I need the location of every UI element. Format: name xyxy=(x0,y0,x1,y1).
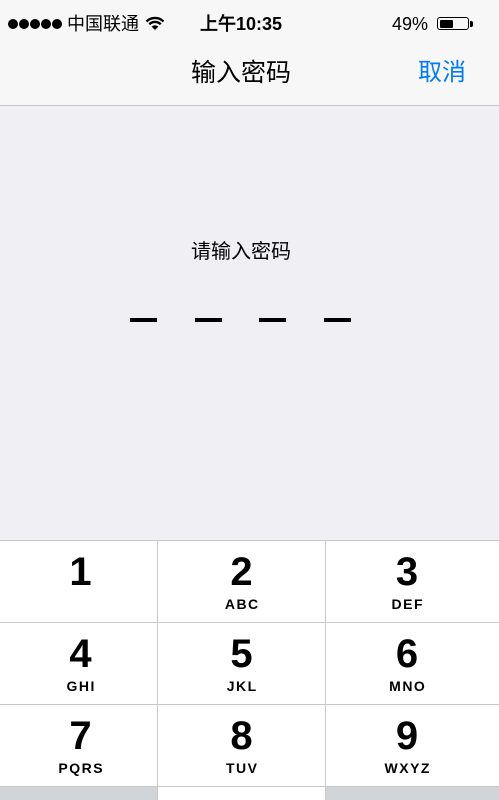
key-digit: 6 xyxy=(395,632,419,676)
key-letters: DEF xyxy=(391,596,424,612)
key-letters: MNO xyxy=(389,678,427,694)
key-8[interactable]: 8 TUV xyxy=(158,705,325,786)
key-4[interactable]: 4 GHI xyxy=(0,623,157,704)
top-bar: 中国联通 上午10:35 49% 输入密码 取消 xyxy=(0,0,499,106)
battery-terminal xyxy=(470,20,473,27)
key-1[interactable]: 1 xyxy=(0,541,157,622)
passcode-prompt: 请输入密码 xyxy=(191,241,291,263)
battery-icon xyxy=(437,17,473,30)
key-digit: 2 xyxy=(230,550,253,594)
key-digit: 9 xyxy=(395,714,419,758)
key-digit: 8 xyxy=(230,714,253,758)
keypad-bottom-right-key[interactable] xyxy=(326,787,499,800)
key-letters: ABC xyxy=(224,596,260,612)
key-digit: 5 xyxy=(230,632,253,676)
numeric-keypad: 1 2 ABC 3 DEF 4 GHI 5 JKL 6 MNO 7 PQRS 8… xyxy=(0,540,499,800)
key-letters: TUV xyxy=(226,760,259,776)
key-digit: 4 xyxy=(69,632,92,676)
passcode-slot xyxy=(194,318,222,322)
passcode-field xyxy=(0,316,499,324)
keypad-bottom-left-key xyxy=(0,787,157,800)
passcode-entry-area: 请输入密码 xyxy=(0,106,499,540)
key-letters: WXYZ xyxy=(384,760,431,776)
keypad-bottom-center-key[interactable] xyxy=(158,787,325,800)
key-3[interactable]: 3 DEF xyxy=(326,541,499,622)
key-digit: 3 xyxy=(395,550,419,594)
key-digit: 1 xyxy=(69,550,92,594)
cancel-button[interactable]: 取消 xyxy=(418,58,466,88)
passcode-slot xyxy=(130,318,157,322)
key-digit: 7 xyxy=(69,714,92,758)
navigation-bar: 输入密码 取消 xyxy=(0,44,499,105)
key-5[interactable]: 5 JKL xyxy=(158,623,325,704)
key-2[interactable]: 2 ABC xyxy=(158,541,325,622)
key-6[interactable]: 6 MNO xyxy=(326,623,499,704)
key-9[interactable]: 9 WXYZ xyxy=(326,705,499,786)
battery-percentage: 49% xyxy=(392,14,429,34)
key-letters: JKL xyxy=(226,678,258,694)
page-title: 输入密码 xyxy=(190,59,291,87)
key-7[interactable]: 7 PQRS xyxy=(0,705,157,786)
status-bar: 中国联通 上午10:35 49% xyxy=(0,0,499,44)
passcode-slot xyxy=(323,318,351,322)
key-letters: GHI xyxy=(66,678,96,694)
battery-level-fill xyxy=(439,19,453,28)
passcode-slot xyxy=(259,318,286,322)
key-letters: PQRS xyxy=(58,760,105,776)
